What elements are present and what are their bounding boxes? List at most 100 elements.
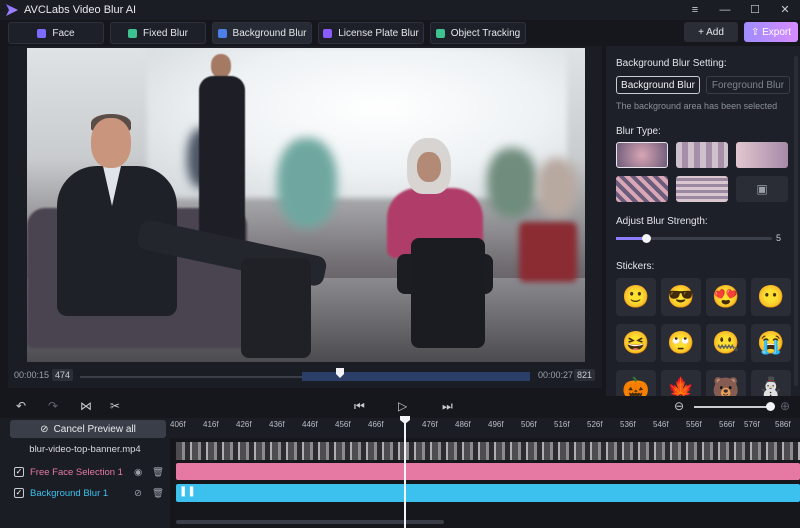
ruler-label: 516f — [554, 420, 570, 429]
title-bar: AVCLabs Video Blur AI ≡ — ☐ ✕ — [0, 0, 800, 20]
mode-face-button[interactable]: Face — [8, 22, 104, 44]
cut-icon[interactable]: ✂ — [110, 399, 120, 413]
trash-icon[interactable]: 🗑 — [152, 488, 164, 499]
sticker-item[interactable]: 😍 — [706, 278, 746, 316]
track-row-face[interactable]: ✓ Free Face Selection 1 ◉ 🗑 — [14, 464, 164, 480]
play-icon[interactable]: ▷ — [398, 399, 407, 413]
blur-type-streak[interactable] — [616, 176, 668, 202]
ruler-label: 476f — [422, 420, 438, 429]
video-preview-panel: 00:00:15 474 00:00:27 821 — [8, 46, 602, 388]
settings-panel: Background Blur Setting: Background Blur… — [606, 46, 800, 396]
app-logo-icon — [6, 4, 18, 16]
sticker-item[interactable]: 🍁 — [661, 370, 701, 396]
add-button[interactable]: + Add — [684, 22, 738, 42]
zoom-in-icon[interactable]: ⊕ — [780, 399, 790, 413]
preview-timeline: 00:00:15 474 00:00:27 821 — [8, 368, 602, 386]
ruler-label: 496f — [488, 420, 504, 429]
face-track-bar[interactable] — [176, 463, 800, 480]
next-frame-icon[interactable]: ⏭ — [442, 399, 453, 414]
timeline-tracks: ⊘ Cancel Preview all blur-video-top-bann… — [0, 418, 800, 528]
split-icon[interactable]: ⋈ — [80, 399, 92, 413]
foreground-blur-toggle[interactable]: Foreground Blur — [706, 76, 790, 94]
mode-label: Face — [52, 27, 75, 39]
ruler-label: 526f — [587, 420, 603, 429]
ruler-label: 456f — [335, 420, 351, 429]
zoom-out-icon[interactable]: ⊖ — [674, 399, 684, 413]
end-time: 00:00:27 — [538, 370, 574, 380]
sticker-item[interactable]: 😶 — [751, 278, 791, 316]
undo-icon[interactable]: ↶ — [16, 399, 26, 413]
mode-license-plate-button[interactable]: License Plate Blur — [318, 22, 424, 44]
sticker-item[interactable]: 🤐 — [706, 324, 746, 362]
eye-icon[interactable]: ◉ — [134, 467, 142, 478]
sticker-item[interactable]: 🙂 — [616, 278, 656, 316]
track-label: Free Face Selection 1 — [30, 466, 123, 478]
strength-title: Adjust Blur Strength: — [616, 216, 708, 227]
start-time: 00:00:15 — [14, 370, 50, 380]
sticker-item[interactable]: 🎃 — [616, 370, 656, 396]
sticker-item[interactable]: 😎 — [661, 278, 701, 316]
zoom-slider[interactable] — [694, 406, 770, 408]
checkbox[interactable]: ✓ — [14, 488, 24, 498]
video-filmstrip[interactable] — [176, 442, 800, 460]
background-track-bar[interactable]: ❚❚ — [176, 484, 800, 502]
sticker-item[interactable]: 🙄 — [661, 324, 701, 362]
zoom-slider-knob[interactable] — [766, 402, 775, 411]
luggage — [241, 258, 311, 358]
ruler-label: 576f — [744, 420, 760, 429]
track-row-background[interactable]: ✓ Background Blur 1 ⊘ 🗑 — [14, 485, 164, 501]
time-ruler[interactable]: 406f 416f 426f 436f 446f 456f 466f 476f … — [170, 418, 800, 438]
ruler-label: 546f — [653, 420, 669, 429]
blur-strength-slider[interactable] — [616, 234, 772, 243]
sticker-item[interactable]: 🐻 — [706, 370, 746, 396]
mode-label: License Plate Blur — [338, 27, 419, 39]
end-frame[interactable]: 821 — [574, 369, 596, 381]
eye-off-icon[interactable]: ⊘ — [134, 488, 142, 499]
mode-label: Fixed Blur — [142, 27, 188, 39]
background-blur-toggle[interactable]: Background Blur — [616, 76, 700, 94]
cancel-preview-label: Cancel Preview all — [53, 423, 136, 435]
start-frame[interactable]: 474 — [52, 369, 74, 381]
panel-scrollbar[interactable] — [794, 56, 798, 386]
mode-background-blur-button[interactable]: Background Blur — [212, 22, 312, 44]
clip-name: blur-video-top-banner.mp4 — [29, 444, 141, 455]
trash-icon[interactable]: 🗑 — [152, 467, 164, 478]
blurred-red-bag — [519, 222, 577, 282]
pause-icon[interactable]: ❚❚ — [179, 486, 196, 497]
mode-label: Object Tracking — [450, 27, 521, 39]
ruler-label: 556f — [686, 420, 702, 429]
ruler-label: 446f — [302, 420, 318, 429]
sticker-item[interactable]: ⛄ — [751, 370, 791, 396]
ruler-label: 426f — [236, 420, 252, 429]
export-button[interactable]: ⇪ Export — [744, 22, 798, 42]
blur-type-mosaic[interactable] — [676, 142, 728, 168]
ruler-label: 586f — [775, 420, 791, 429]
sticker-item[interactable]: 😭 — [751, 324, 791, 362]
track-label: Background Blur 1 — [30, 487, 109, 499]
close-button[interactable]: ✕ — [770, 0, 800, 20]
ruler-label: 566f — [719, 420, 735, 429]
mode-fixed-blur-button[interactable]: Fixed Blur — [110, 22, 206, 44]
face-icon — [37, 28, 47, 38]
blur-type-pixel[interactable] — [736, 142, 788, 168]
ruler-label: 406f — [170, 420, 186, 429]
mode-object-tracking-button[interactable]: Object Tracking — [430, 22, 526, 44]
sticker-item[interactable]: 😆 — [616, 324, 656, 362]
checkbox[interactable]: ✓ — [14, 467, 24, 477]
cancel-preview-button[interactable]: ⊘ Cancel Preview all — [10, 420, 166, 438]
previous-frame-icon[interactable]: ⏮ — [354, 399, 365, 414]
ruler-label: 486f — [455, 420, 471, 429]
redo-icon[interactable]: ↷ — [48, 399, 58, 413]
playhead[interactable] — [404, 418, 406, 528]
ruler-label: 536f — [620, 420, 636, 429]
blur-type-gaussian[interactable] — [616, 142, 668, 168]
slider-knob[interactable] — [642, 234, 651, 243]
blur-type-glass[interactable] — [676, 176, 728, 202]
video-frame[interactable] — [27, 48, 585, 362]
maximize-button[interactable]: ☐ — [740, 0, 770, 20]
blur-type-title: Blur Type: — [616, 126, 661, 137]
menu-icon[interactable]: ≡ — [680, 0, 710, 20]
minimize-button[interactable]: — — [710, 0, 740, 20]
fixed-blur-icon — [127, 28, 137, 38]
custom-image-icon[interactable]: ▣ — [736, 176, 788, 202]
